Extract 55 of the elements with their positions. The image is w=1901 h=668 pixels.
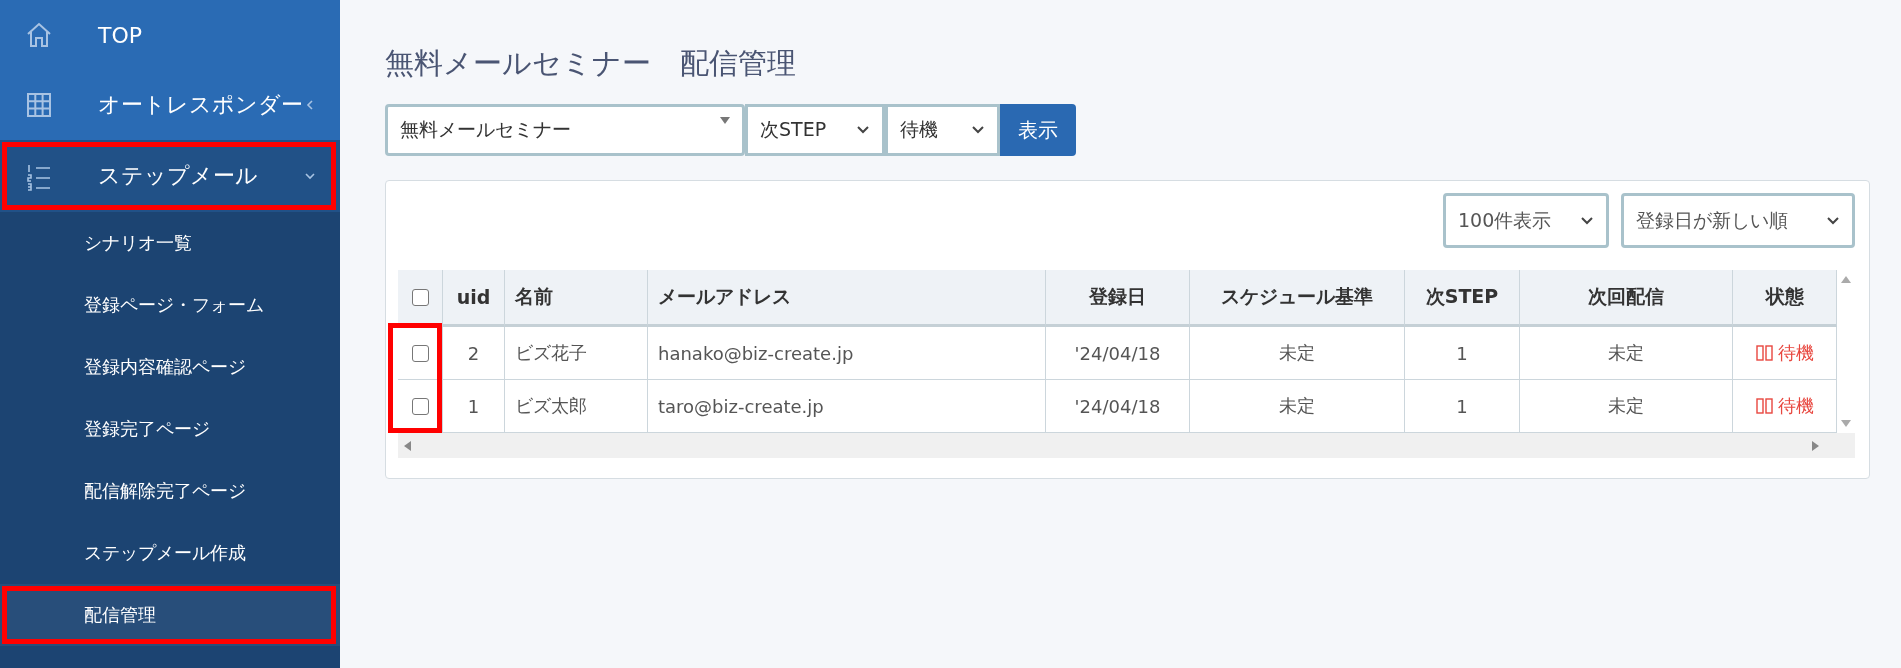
sort-select[interactable]: 登録日が新しい順 xyxy=(1621,193,1855,248)
chevron-icon xyxy=(1826,215,1840,226)
column-header[interactable]: 名前 xyxy=(505,270,648,327)
chevron-icon xyxy=(1580,215,1594,226)
sidebar-subitem[interactable]: ステップメール作成 xyxy=(0,522,340,584)
chevron-icon xyxy=(971,125,985,135)
column-header[interactable]: メールアドレス xyxy=(648,270,1046,327)
column-header[interactable]: 状態 xyxy=(1733,270,1837,327)
scroll-up-icon[interactable] xyxy=(1841,276,1851,283)
sidebar-item-label: オートレスポンダー xyxy=(98,91,304,119)
sidebar-item-label: TOP xyxy=(98,22,144,48)
column-header[interactable]: スケジュール基準 xyxy=(1190,270,1405,327)
status-text: 待機 xyxy=(1777,341,1814,365)
scenario-select[interactable]: 無料メールセミナー xyxy=(385,104,745,156)
grid-icon xyxy=(24,90,54,120)
table-cell: 2 xyxy=(443,327,505,380)
sidebar-subitem[interactable]: 登録内容確認ページ xyxy=(0,336,340,398)
caret-icon xyxy=(304,99,316,111)
sidebar-subitem[interactable]: 登録ページ・フォーム xyxy=(0,274,340,336)
table-cell: hanako@biz-create.jp xyxy=(648,327,1046,380)
sidebar-subitem[interactable]: 配信管理 xyxy=(0,584,340,646)
sidebar-subitem[interactable]: 配信解除完了ページ xyxy=(0,460,340,522)
scroll-down-icon[interactable] xyxy=(1841,420,1851,427)
checkbox[interactable] xyxy=(411,344,429,362)
column-header[interactable]: 登録日 xyxy=(1046,270,1190,327)
checkbox[interactable] xyxy=(411,397,429,415)
sidebar-item[interactable]: TOP xyxy=(0,0,340,70)
checkbox[interactable] xyxy=(411,288,429,306)
sidebar-item-label: ステップメール xyxy=(98,162,259,190)
chevron-icon xyxy=(856,125,870,135)
step-select[interactable]: 次STEP xyxy=(745,104,885,156)
caret-icon xyxy=(304,170,316,182)
column-header[interactable]: 次回配信 xyxy=(1520,270,1733,327)
table-cell: 1 xyxy=(1405,327,1520,380)
column-header[interactable]: 次STEP xyxy=(1405,270,1520,327)
double-square-icon xyxy=(1755,345,1774,361)
page-title: 無料メールセミナー 配信管理 xyxy=(385,45,797,82)
scroll-right-icon[interactable] xyxy=(1812,440,1819,451)
table-cell: 未定 xyxy=(1520,327,1733,380)
table-cell: '24/04/18 xyxy=(1046,327,1190,380)
column-header[interactable]: uid xyxy=(443,270,505,327)
sidebar-item[interactable]: オートレスポンダー xyxy=(0,70,340,140)
sidebar-subitem[interactable]: シナリオ一覧 xyxy=(0,212,340,274)
horizontal-scrollbar[interactable] xyxy=(398,433,1855,458)
status-select[interactable]: 待機 xyxy=(885,104,1000,156)
double-square-icon xyxy=(1755,398,1774,414)
table-cell: ビズ花子 xyxy=(505,327,648,380)
sidebar-item[interactable]: ステップメール xyxy=(0,140,340,212)
show-button[interactable]: 表示 xyxy=(1000,104,1076,156)
scroll-left-icon[interactable] xyxy=(404,440,411,451)
sidebar-subitem[interactable]: 登録完了ページ xyxy=(0,398,340,460)
status-text: 待機 xyxy=(1777,394,1814,418)
table-cell: 未定 xyxy=(1190,327,1405,380)
per-page-select[interactable]: 100件表示 xyxy=(1443,193,1609,248)
dropdown-triangle-icon xyxy=(720,117,730,125)
